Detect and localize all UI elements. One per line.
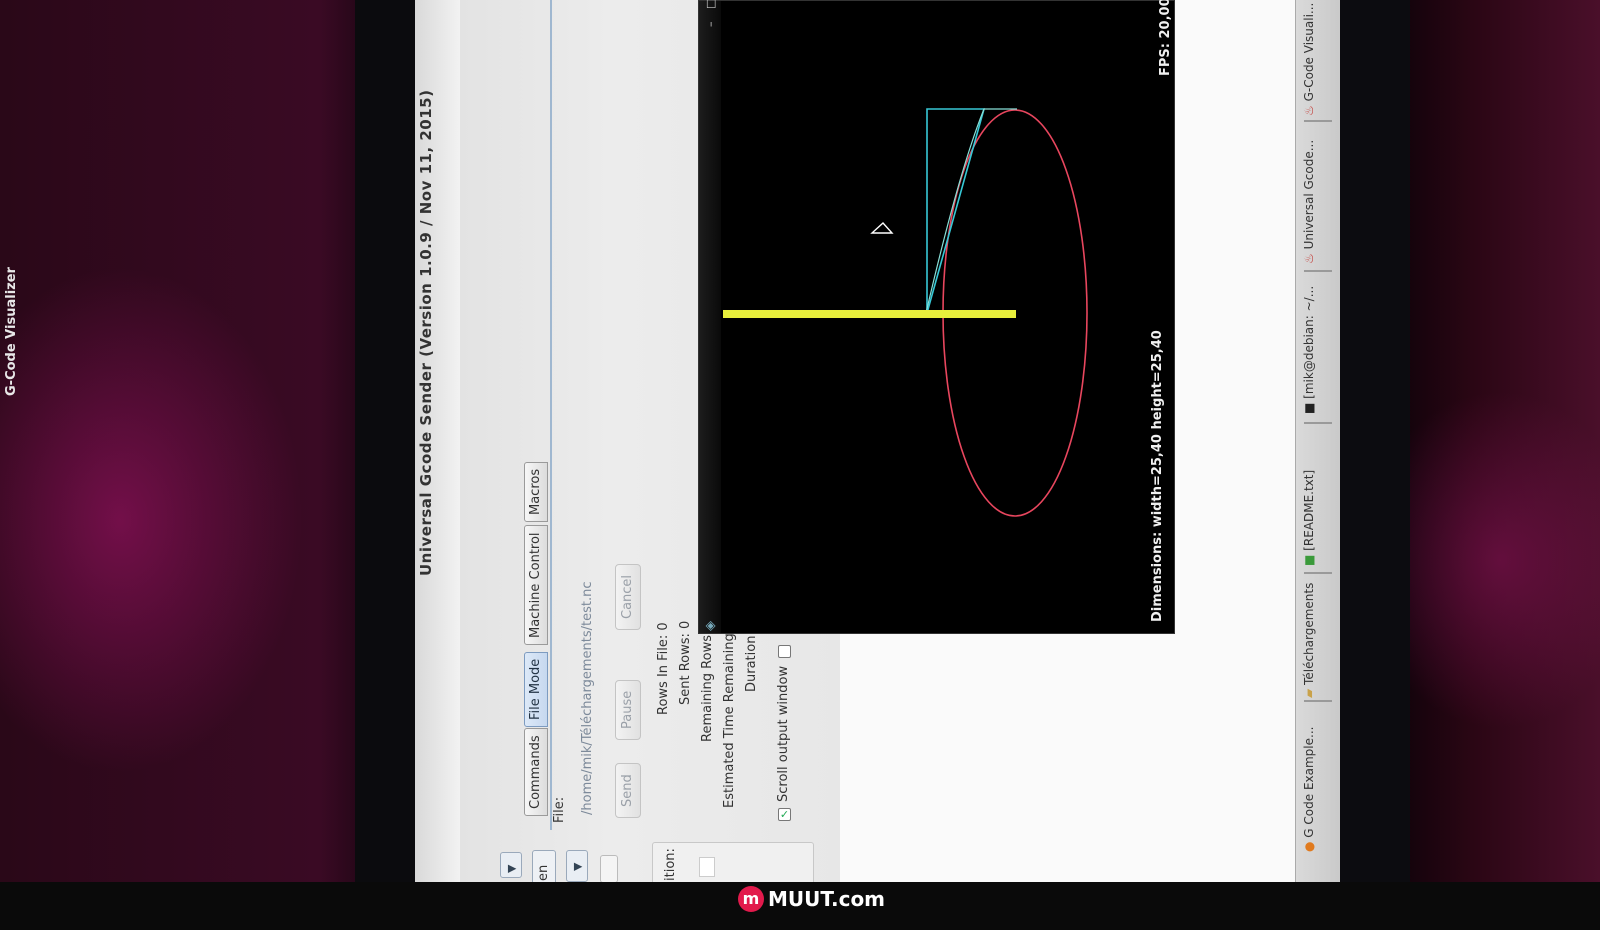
send-button[interactable]: Send (615, 763, 641, 818)
toolpath-lines (926, 108, 986, 314)
pause-button[interactable]: Pause (615, 679, 641, 740)
open-button-label: en (536, 864, 551, 881)
monitor-bezel-right (1340, 0, 1410, 900)
scroll-output-label: Scroll output window (776, 665, 791, 802)
settings-field-fragment (600, 855, 618, 883)
tab-commands[interactable]: Commands (524, 728, 548, 816)
java-icon: ♨ (1302, 105, 1316, 116)
scroll-output-checkbox[interactable]: ✓ (778, 808, 791, 821)
toolpath-arc (925, 108, 1017, 314)
tab-file-mode[interactable]: File Mode (524, 651, 548, 727)
terminal-icon: ■ (1302, 402, 1316, 414)
connection-dropdown[interactable]: ▼ (500, 852, 522, 878)
text-editor-icon: ■ (1302, 554, 1316, 566)
visualizer-title: G-Code Visualizer (4, 267, 19, 396)
position-field (699, 857, 715, 877)
taskbar-item-ugs[interactable]: ♨ Universal Gcode... (1302, 140, 1316, 264)
taskbar-item-firefox[interactable]: ● G Code Example... (1302, 727, 1316, 852)
taskbar-separator (1304, 120, 1332, 122)
firefox-icon: ● (1302, 841, 1316, 852)
tab-macros[interactable]: Macros (524, 461, 548, 522)
rows-in-file: Rows In File: 0 (656, 622, 671, 715)
taskbar-item-terminal[interactable]: ■ [mik@debian: ~/... (1302, 286, 1316, 414)
second-option-checkbox[interactable] (778, 645, 791, 658)
cancel-button[interactable]: Cancel (615, 563, 641, 630)
file-path-field[interactable]: /home/mik/Téléchargements/test.nc (580, 582, 595, 816)
file-label: File: (552, 796, 567, 823)
visualizer-dimensions: Dimensions: width=25,40 height=25,40 (1150, 330, 1165, 622)
monitor-bezel-left (355, 0, 415, 900)
tab-bar-underline (550, 0, 552, 830)
tool-axis-bar (723, 310, 1016, 318)
baud-dropdown[interactable]: ▼ (566, 850, 588, 882)
taskbar-item-readme[interactable]: ■ [README.txt] (1302, 470, 1316, 566)
watermark-text: MUUT.com (768, 887, 886, 911)
folder-icon: ▰ (1302, 688, 1316, 698)
remaining-rows: Remaining Rows: 0 (700, 618, 715, 742)
position-label-fragment: ition: (663, 848, 678, 881)
duration-label: Duration (744, 635, 759, 692)
mouse-pointer-icon (870, 222, 894, 234)
tab-machine-control[interactable]: Machine Control (524, 525, 548, 645)
window-title-bar[interactable]: Universal Gcode Sender (Version 1.0.9 / … (415, 0, 461, 900)
open-button-fragment[interactable]: en (532, 850, 556, 886)
taskbar-separator (1304, 700, 1332, 702)
taskbar-item-visualizer[interactable]: ♨ G-Code Visuali... (1302, 3, 1316, 116)
dropdown-arrow-icon: ▼ (505, 864, 518, 873)
window-title: Universal Gcode Sender (Version 1.0.9 / … (417, 89, 435, 576)
muut-logo-icon: m (738, 886, 764, 912)
taskbar-separator (1304, 270, 1332, 272)
dropdown-arrow-icon: ▼ (571, 862, 584, 871)
visualizer-canvas[interactable] (699, 1, 1174, 633)
visualizer-fps: FPS: 20,00 (1158, 0, 1173, 76)
java-icon: ♨ (1302, 253, 1316, 264)
taskbar: ● G Code Example... ▰ Téléchargements ■ … (1295, 0, 1340, 900)
visualizer-window[interactable]: ◈ – □ (698, 0, 1175, 634)
sent-rows: Sent Rows: 0 (678, 620, 693, 705)
taskbar-item-downloads[interactable]: ▰ Téléchargements (1302, 583, 1316, 698)
taskbar-separator (1304, 422, 1332, 424)
taskbar-separator (1304, 572, 1332, 574)
